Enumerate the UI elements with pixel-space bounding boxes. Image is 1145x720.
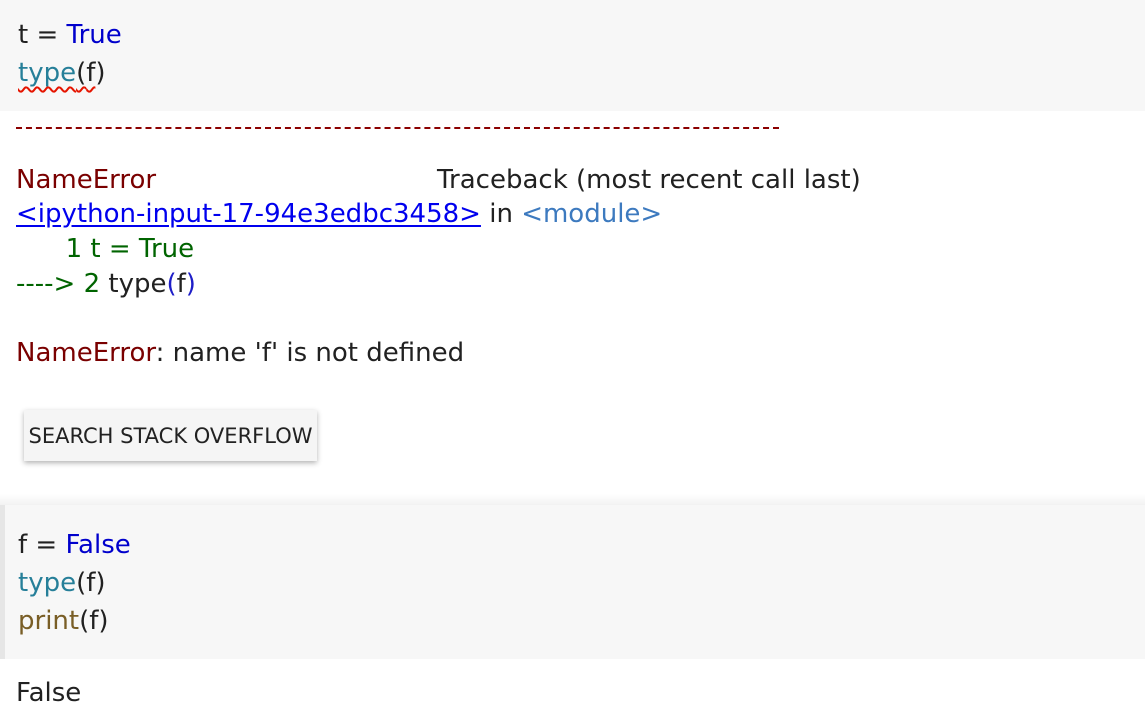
ipython-input-link[interactable]: <ipython-input-17-94e3edbc3458> bbox=[16, 199, 481, 229]
error-arrow: ----> 2 bbox=[16, 269, 109, 299]
error-message: : name 'f' is not defined bbox=[155, 338, 465, 368]
traceback-location-line: <ipython-input-17-94e3edbc3458> in <modu… bbox=[16, 197, 662, 231]
cell-1-output: NameError Traceback (most recent call las… bbox=[0, 111, 1145, 505]
paren-open: ( bbox=[76, 568, 87, 598]
variable-f: f bbox=[18, 530, 28, 560]
cell-divider bbox=[0, 494, 1145, 505]
error-name: NameError bbox=[16, 165, 157, 195]
assign-operator: = bbox=[28, 20, 67, 50]
paren-close: ) bbox=[95, 568, 106, 598]
paren-open: ( bbox=[79, 606, 90, 636]
paren-close: ) bbox=[98, 606, 109, 636]
cell-2-output: False bbox=[16, 678, 82, 708]
traceback-paren-close: ) bbox=[185, 269, 196, 299]
code-line-1[interactable]: t = True bbox=[18, 18, 122, 52]
traceback-code-line-2: ----> 2 type(f) bbox=[16, 267, 196, 301]
traceback-paren-open: ( bbox=[166, 269, 177, 299]
traceback-func: type bbox=[108, 269, 167, 299]
keyword-true: True bbox=[66, 20, 122, 50]
code-cell-2[interactable]: f = False type(f) print(f) bbox=[0, 505, 1145, 659]
builtin-print: print bbox=[18, 606, 80, 636]
error-message-line: NameError: name 'f' is not defined bbox=[16, 336, 464, 370]
line-number-1: 1 bbox=[16, 234, 91, 264]
final-error-name: NameError bbox=[16, 338, 156, 368]
builtin-type: type bbox=[18, 58, 77, 88]
traceback-arg: f bbox=[176, 269, 186, 299]
paren-close: ) bbox=[95, 58, 106, 88]
code-cell-1[interactable]: t = True type(f) bbox=[0, 0, 1145, 111]
code-line-3[interactable]: print(f) bbox=[18, 604, 109, 638]
code-line-1[interactable]: f = False bbox=[18, 528, 131, 562]
code-line-2[interactable]: type(f) bbox=[18, 566, 106, 600]
traceback-code-line-1: 1 t = True bbox=[16, 232, 195, 266]
module-name: <module> bbox=[521, 199, 663, 229]
paren-open: ( bbox=[76, 58, 87, 88]
assign-operator: = bbox=[27, 530, 66, 560]
traceback-code-1: t = True bbox=[90, 234, 195, 264]
keyword-false: False bbox=[65, 530, 131, 560]
traceback-separator bbox=[16, 127, 779, 133]
builtin-type: type bbox=[18, 568, 77, 598]
variable-t: t bbox=[18, 20, 29, 50]
traceback-header: Traceback (most recent call last) bbox=[437, 165, 861, 195]
traceback-header-line: NameError Traceback (most recent call las… bbox=[16, 163, 861, 197]
code-line-2[interactable]: type(f) bbox=[18, 56, 106, 90]
search-stack-overflow-button[interactable]: SEARCH STACK OVERFLOW bbox=[24, 410, 317, 461]
in-word: in bbox=[480, 199, 522, 229]
